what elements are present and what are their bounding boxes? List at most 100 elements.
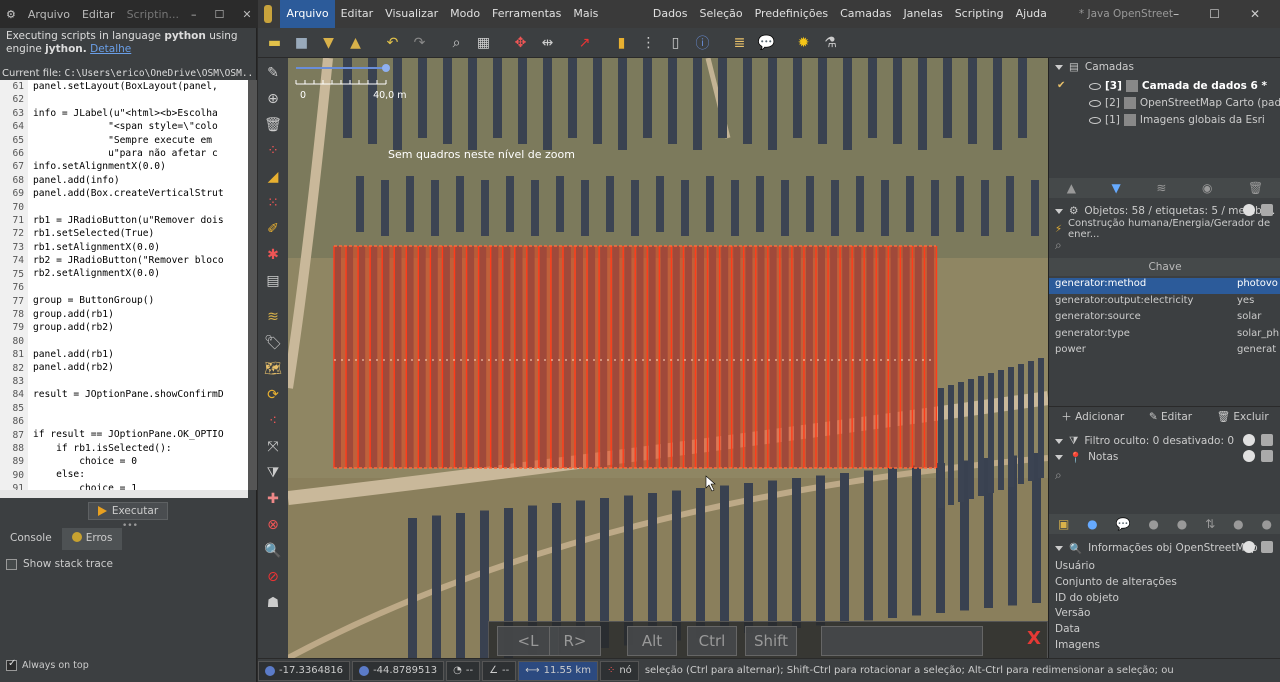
- menu-item[interactable]: Arquivo: [280, 0, 335, 28]
- menu-item[interactable]: Editar: [335, 0, 380, 28]
- panel-close-icon[interactable]: [1243, 450, 1255, 462]
- list-icon[interactable]: ≣: [727, 30, 752, 55]
- note-sort-icon[interactable]: ⇅: [1205, 517, 1215, 531]
- eye-icon[interactable]: [1089, 99, 1101, 107]
- sun-icon[interactable]: ✹: [791, 30, 816, 55]
- nodes-icon[interactable]: ⁙: [260, 190, 286, 216]
- editor-hscrollbar[interactable]: [0, 490, 248, 498]
- tag-icon[interactable]: 🏷: [260, 330, 286, 356]
- no-entry-icon[interactable]: ⊘: [260, 564, 286, 590]
- split-way-icon[interactable]: ✥: [508, 30, 533, 55]
- delete-layer-icon[interactable]: 🗑: [1248, 181, 1263, 195]
- code-line[interactable]: "<span style=\"colo: [33, 120, 248, 133]
- collapse-icon[interactable]: [1055, 64, 1063, 70]
- menu-item[interactable]: Ajuda: [1010, 0, 1053, 28]
- notes-panel-title[interactable]: 📍 Notas: [1049, 448, 1280, 466]
- menu-item[interactable]: Janelas: [897, 0, 948, 28]
- code-line[interactable]: rb1 = JRadioButton(u"Remover dois: [33, 214, 248, 227]
- pencil-icon[interactable]: ✐: [260, 216, 286, 242]
- code-line[interactable]: choice = 1: [33, 482, 248, 490]
- combine-way-icon[interactable]: ⇹: [535, 30, 560, 55]
- merge-icon[interactable]: ≋: [1156, 181, 1166, 195]
- layer-row[interactable]: [1] Imagens globais da Esri: [1089, 112, 1265, 128]
- collapse-icon[interactable]: [1055, 438, 1063, 444]
- ruler-icon[interactable]: ▮: [609, 30, 634, 55]
- code-line[interactable]: info.setAlignmentX(0.0): [33, 160, 248, 173]
- code-line[interactable]: panel.add(rb2): [33, 361, 248, 374]
- tag-column-header[interactable]: Chave: [1049, 258, 1280, 276]
- robot-icon[interactable]: ☗: [260, 590, 286, 616]
- tag-row[interactable]: generator:source solar: [1049, 311, 1280, 327]
- code-line[interactable]: [33, 415, 248, 428]
- dashed-line-icon[interactable]: ⋮: [636, 30, 661, 55]
- maximize-icon[interactable]: ☐: [214, 8, 224, 21]
- preferences-icon[interactable]: ▦: [471, 30, 496, 55]
- notes-search[interactable]: ⌕: [1049, 468, 1280, 486]
- tool-icon[interactable]: ▯: [663, 30, 688, 55]
- panel-close-icon[interactable]: [1243, 541, 1255, 553]
- code-line[interactable]: group = ButtonGroup(): [33, 294, 248, 307]
- code-line[interactable]: [33, 401, 248, 414]
- stack-icon[interactable]: ≋: [260, 304, 286, 330]
- code-line[interactable]: rb2 = JRadioButton("Remover bloco: [33, 254, 248, 267]
- tag-search[interactable]: ⌕: [1049, 238, 1280, 256]
- code-line[interactable]: group.add(rb1): [33, 308, 248, 321]
- note-bulb2-icon[interactable]: ●: [1177, 517, 1187, 531]
- code-line[interactable]: group.add(rb2): [33, 321, 248, 334]
- code-line[interactable]: rb2.setAlignmentX(0.0): [33, 267, 248, 280]
- delete-tag-button[interactable]: 🗑 Excluir: [1217, 410, 1269, 423]
- save-icon[interactable]: ■: [289, 30, 314, 55]
- note-bulb-icon[interactable]: ●: [1148, 517, 1158, 531]
- reverse-way-icon[interactable]: ↗: [572, 30, 597, 55]
- close-icon[interactable]: ✕: [1250, 7, 1260, 21]
- code-line[interactable]: panel.add(info): [33, 174, 248, 187]
- filter-icon[interactable]: ⧩: [260, 460, 286, 486]
- code-line[interactable]: rb1.setSelected(True): [33, 227, 248, 240]
- code-text[interactable]: panel.setLayout(BoxLayout(panel, info = J…: [33, 80, 248, 490]
- menu-item[interactable]: Mais ferramentas: [567, 0, 646, 48]
- remove-icon[interactable]: ⊗: [260, 512, 286, 538]
- panel-detach-icon[interactable]: [1261, 204, 1273, 216]
- puzzle-icon[interactable]: ✚: [260, 486, 286, 512]
- open-folder-icon[interactable]: ▬: [262, 30, 287, 55]
- delete-mode-icon[interactable]: 🗑: [260, 112, 286, 138]
- script-menu-arquivo[interactable]: Arquivo: [28, 8, 70, 21]
- menu-item[interactable]: Scripting: [949, 0, 1010, 28]
- eye-icon[interactable]: [1089, 82, 1101, 90]
- add-tag-button[interactable]: ＋ Adicionar: [1061, 409, 1124, 424]
- code-line[interactable]: else:: [33, 468, 248, 481]
- gear-icon[interactable]: ⚙: [6, 8, 16, 21]
- move-down-icon[interactable]: ▼: [1112, 181, 1121, 195]
- code-line[interactable]: "Sempre execute em: [33, 134, 248, 147]
- code-line[interactable]: [33, 93, 248, 106]
- note-close-icon[interactable]: ●: [1233, 517, 1243, 531]
- layer-row[interactable]: [2] OpenStreetMap Carto (padr...: [1089, 95, 1280, 111]
- code-line[interactable]: if result == JOptionPane.OK_OPTIO: [33, 428, 248, 441]
- edit-tag-button[interactable]: ✎ Editar: [1149, 411, 1192, 423]
- info-panel-title[interactable]: 🔍 Informações obj OpenStreetMap: [1049, 539, 1280, 557]
- tab-console[interactable]: Console: [0, 528, 62, 550]
- draw-icon[interactable]: ✎: [260, 60, 286, 86]
- minimize-icon[interactable]: –: [1173, 7, 1179, 21]
- code-line[interactable]: rb1.setAlignmentX(0.0): [33, 241, 248, 254]
- preset-row[interactable]: ⚡ Construção humana/Energia/Gerador de e…: [1049, 218, 1280, 240]
- always-on-top-checkbox[interactable]: [6, 658, 17, 671]
- note-comment-icon[interactable]: 💬: [1116, 517, 1131, 531]
- code-line[interactable]: if rb1.isSelected():: [33, 442, 248, 455]
- code-line[interactable]: [33, 281, 248, 294]
- details-link[interactable]: Detalhe: [90, 43, 131, 55]
- flask-icon[interactable]: ⚗: [818, 30, 843, 55]
- triangle-icon[interactable]: ◢: [260, 164, 286, 190]
- tab-erros[interactable]: Erros: [61, 528, 123, 550]
- panel-close-icon[interactable]: [1243, 434, 1255, 446]
- layers-tool-icon[interactable]: ▤: [260, 268, 286, 294]
- menu-item[interactable]: Dados: [647, 0, 694, 28]
- menu-item[interactable]: Seleção: [694, 0, 749, 28]
- eye-icon[interactable]: [1089, 116, 1101, 124]
- maximize-icon[interactable]: ☐: [1209, 7, 1220, 21]
- script-menu-scripting[interactable]: Scriptin...: [127, 8, 179, 21]
- link-icon[interactable]: ⤧: [260, 434, 286, 460]
- code-line[interactable]: panel.add(rb1): [33, 348, 248, 361]
- search-tool-icon[interactable]: 🔍: [260, 538, 286, 564]
- code-editor[interactable]: 61 62 63 64 65 66 67 68 69 70 71 72 73 74 75 76 77 78 79 80…: [0, 80, 248, 490]
